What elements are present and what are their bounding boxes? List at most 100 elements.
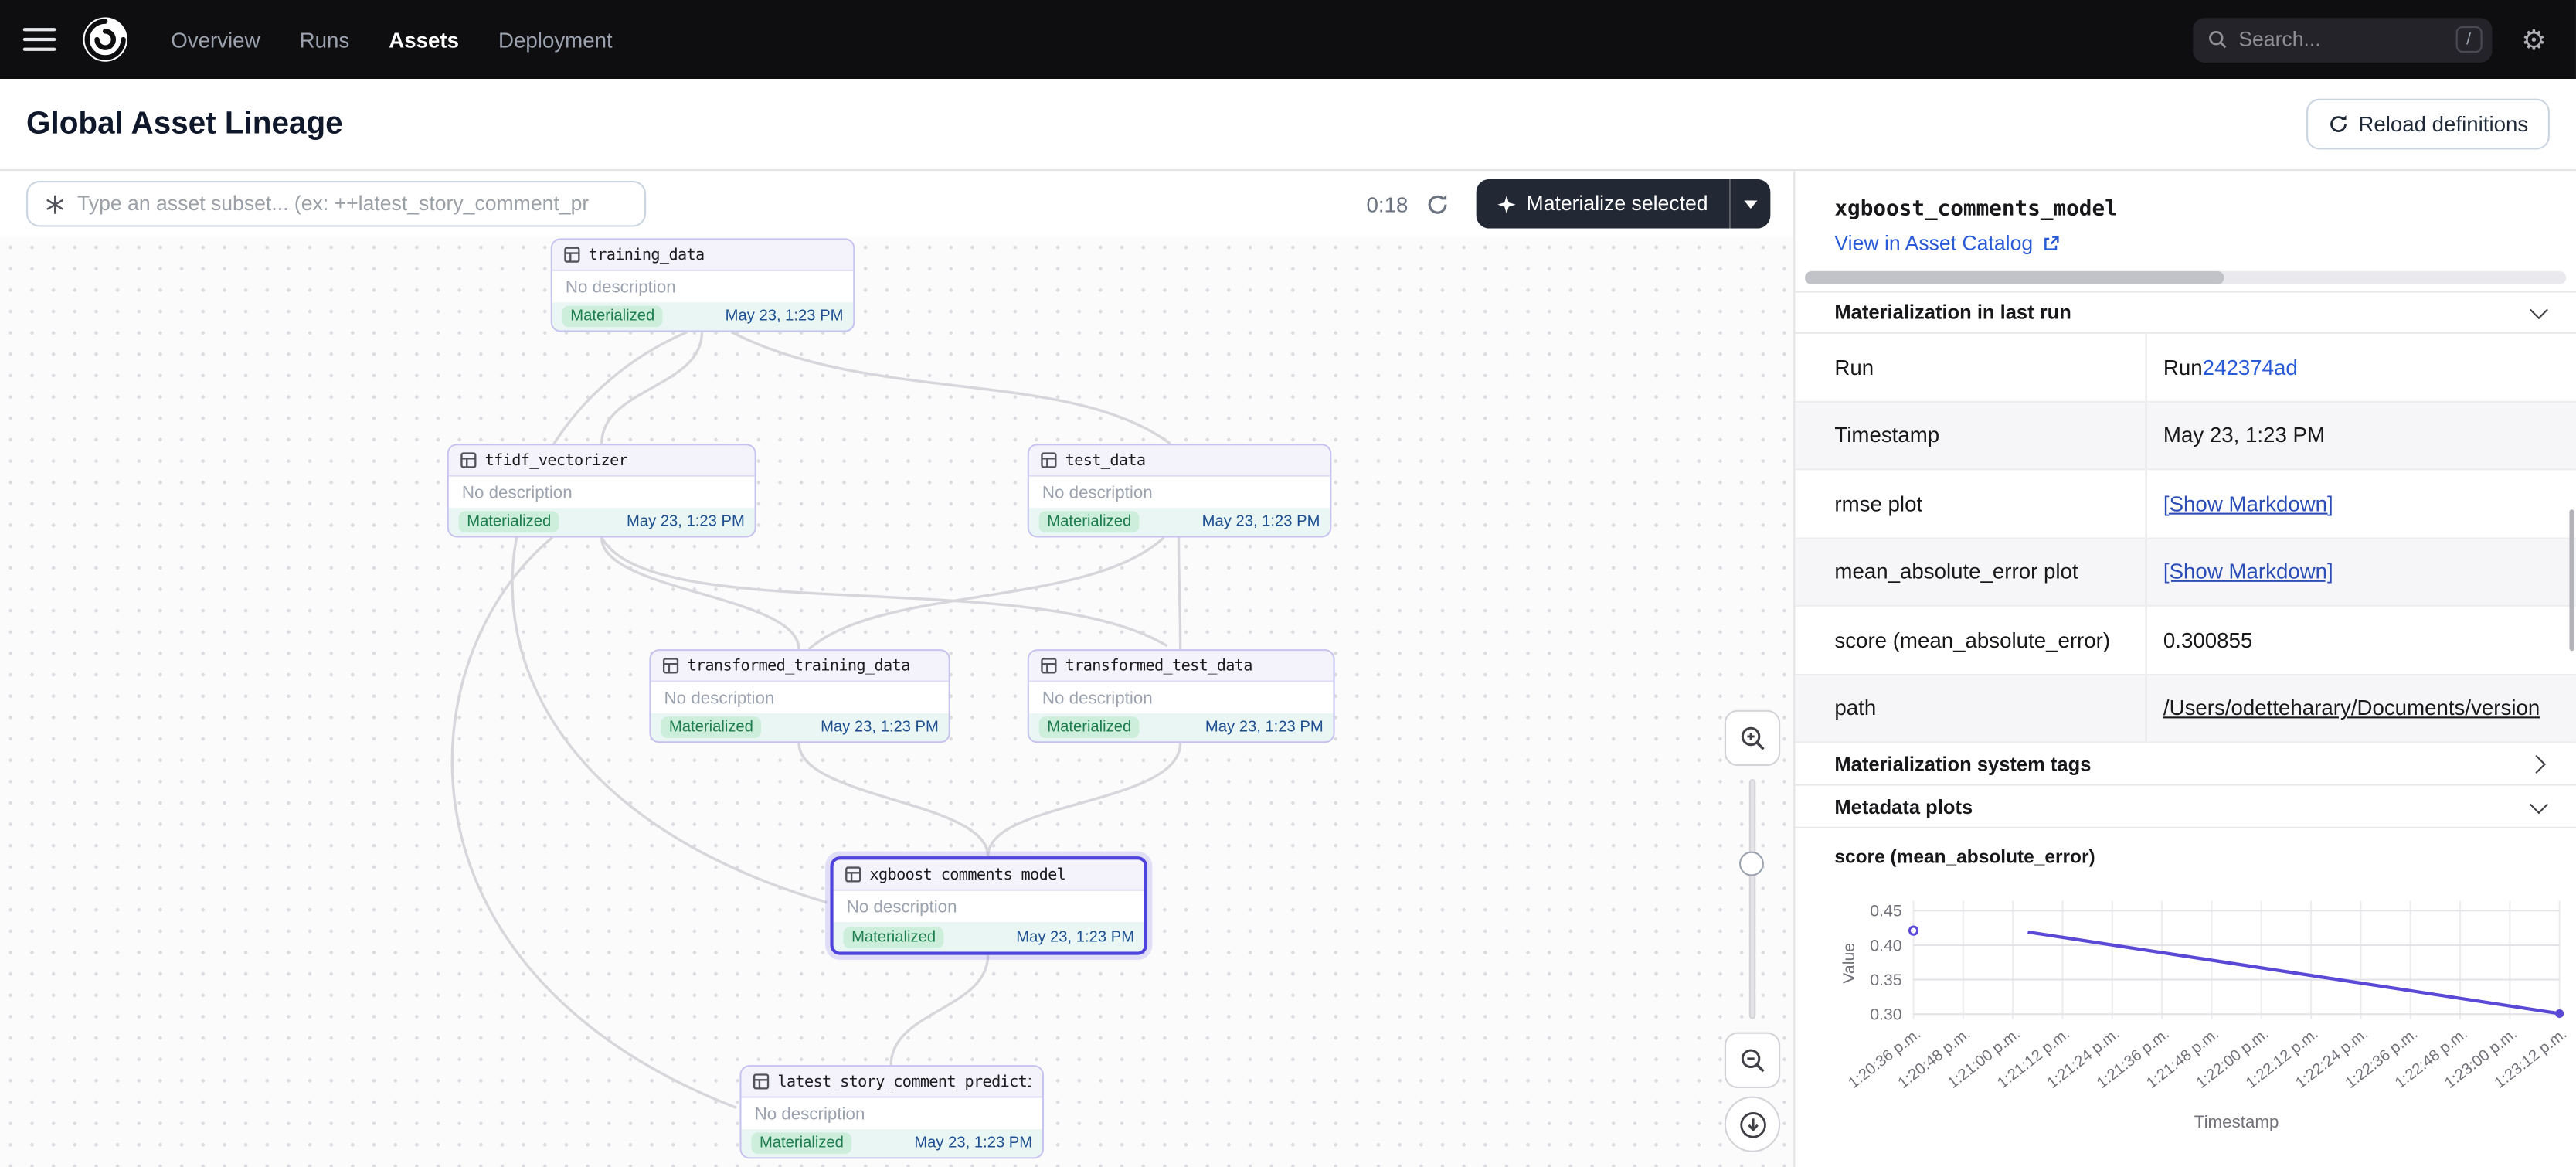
lineage-edge xyxy=(602,537,1167,645)
metadata-row: score (mean_absolute_error)0.300855 xyxy=(1795,607,2576,675)
settings-gear-icon[interactable]: ⚙ xyxy=(2521,26,2546,53)
section-materialization-system-tags[interactable]: Materialization system tags xyxy=(1795,743,2576,785)
materialized-timestamp: May 23, 1:23 PM xyxy=(914,1134,1032,1152)
materialized-timestamp: May 23, 1:23 PM xyxy=(1205,718,1324,736)
asset-node-header: transformed_training_data xyxy=(651,651,949,682)
asset-description: No description xyxy=(1029,477,1330,508)
asset-status-row: MaterializedMay 23, 1:23 PM xyxy=(742,1129,1042,1157)
menu-icon[interactable] xyxy=(23,28,56,51)
metadata-value: May 23, 1:23 PM xyxy=(2147,402,2576,468)
table-icon xyxy=(564,247,580,263)
search-placeholder: Search... xyxy=(2238,28,2445,51)
lineage-edge xyxy=(988,743,1181,856)
nav-item-deployment[interactable]: Deployment xyxy=(498,27,613,52)
asset-name: transformed_training_data xyxy=(687,657,909,675)
panel-vertical-scrollbar[interactable] xyxy=(2569,509,2574,651)
lineage-edge xyxy=(732,332,1171,444)
content-area: Type an asset subset... (ex: ++latest_st… xyxy=(0,171,2576,1167)
metadata-link[interactable]: [Show Markdown] xyxy=(2163,491,2333,515)
metadata-link[interactable]: 242374ad xyxy=(2203,355,2298,379)
dagster-logo[interactable] xyxy=(79,13,131,66)
graph-filter-icon xyxy=(44,193,66,215)
metadata-value: [Show Markdown] xyxy=(2147,539,2576,605)
search-shortcut-key: / xyxy=(2455,26,2482,53)
asset-node-transformed_test_data[interactable]: transformed_test_dataNo descriptionMater… xyxy=(1028,649,1335,743)
asset-detail-title: xgboost_comments_model xyxy=(1834,197,2536,222)
metadata-row: RunRun 242374ad xyxy=(1795,334,2576,402)
zoom-out-button[interactable] xyxy=(1725,1033,1780,1088)
panel-horizontal-scrollbar[interactable] xyxy=(1805,271,2566,284)
lineage-graph-pane: Type an asset subset... (ex: ++latest_st… xyxy=(0,171,1793,1167)
asset-node-tfidf_vectorizer[interactable]: tfidf_vectorizerNo descriptionMaterializ… xyxy=(447,444,756,537)
y-tick-label: 0.35 xyxy=(1870,971,1901,989)
materialize-button-group: Materialize selected xyxy=(1476,179,1771,229)
metadata-link[interactable]: [Show Markdown] xyxy=(2163,560,2333,584)
download-icon xyxy=(1737,1109,1768,1140)
chevron-down-icon xyxy=(2530,794,2548,813)
nav-item-runs[interactable]: Runs xyxy=(300,27,350,52)
materialize-dropdown-button[interactable] xyxy=(1729,179,1770,229)
asset-status-row: MaterializedMay 23, 1:23 PM xyxy=(651,713,949,741)
materialize-selected-label: Materialize selected xyxy=(1527,192,1708,216)
metadata-label: Timestamp xyxy=(1795,402,2146,468)
asset-node-xgboost_comments_model[interactable]: xgboost_comments_modelNo descriptionMate… xyxy=(830,856,1147,955)
lineage-edge xyxy=(809,537,1164,649)
zoom-slider-handle[interactable] xyxy=(1739,852,1764,876)
section-metadata-plots[interactable]: Metadata plots xyxy=(1795,786,2576,828)
table-icon xyxy=(1041,452,1057,468)
asset-name: tfidf_vectorizer xyxy=(485,451,628,469)
view-in-asset-catalog-link[interactable]: View in Asset Catalog xyxy=(1834,232,2059,255)
asset-node-training_data[interactable]: training_dataNo descriptionMaterializedM… xyxy=(551,238,855,332)
metadata-text: May 23, 1:23 PM xyxy=(2163,423,2325,447)
zoom-slider[interactable] xyxy=(1725,779,1780,1019)
asset-filter-input[interactable]: Type an asset subset... (ex: ++latest_st… xyxy=(26,181,646,227)
chevron-down-icon xyxy=(1744,199,1757,208)
scrollbar-thumb[interactable] xyxy=(1805,271,2224,284)
materialized-badge: Materialized xyxy=(661,716,761,738)
materialized-badge: Materialized xyxy=(1039,511,1140,532)
materialized-badge: Materialized xyxy=(843,926,943,948)
reload-definitions-button[interactable]: Reload definitions xyxy=(2306,99,2550,150)
asset-node-latest_story_comment_predictions[interactable]: latest_story_comment_predictionsNo descr… xyxy=(739,1065,1044,1158)
materialize-spark-icon xyxy=(1497,195,1514,213)
asset-status-row: MaterializedMay 23, 1:23 PM xyxy=(1029,713,1334,741)
materialized-timestamp: May 23, 1:23 PM xyxy=(1202,513,1320,531)
nav-item-assets[interactable]: Assets xyxy=(389,27,459,52)
asset-node-header: xgboost_comments_model xyxy=(834,859,1144,890)
asset-node-header: training_data xyxy=(552,240,853,271)
x-axis-label: Timestamp xyxy=(2194,1112,2279,1131)
table-icon xyxy=(662,658,678,674)
asset-node-header: test_data xyxy=(1029,445,1330,476)
materialize-selected-button[interactable]: Materialize selected xyxy=(1476,179,1730,229)
section-label: Metadata plots xyxy=(1834,794,1973,818)
asset-detail-panel: xgboost_comments_model View in Asset Cat… xyxy=(1793,171,2576,1167)
section-label: Materialization in last run xyxy=(1834,301,2071,324)
zoom-out-icon xyxy=(1737,1045,1768,1076)
app-window: Overview Runs Assets Deployment Search... /… xyxy=(0,0,2576,1167)
refresh-icon xyxy=(2327,114,2349,135)
asset-description: No description xyxy=(651,682,949,713)
page-title: Global Asset Lineage xyxy=(26,106,343,142)
search-input[interactable]: Search... / xyxy=(2193,17,2492,61)
refresh-icon[interactable] xyxy=(1425,192,1449,216)
download-view-button[interactable] xyxy=(1725,1097,1780,1152)
lineage-edge xyxy=(602,537,799,649)
asset-node-header: transformed_test_data xyxy=(1029,651,1334,682)
asset-status-row: MaterializedMay 23, 1:23 PM xyxy=(449,508,755,536)
zoom-in-button[interactable] xyxy=(1725,710,1780,766)
metadata-value: 0.300855 xyxy=(2147,607,2576,673)
topnav-right: Search... / ⚙ xyxy=(2193,17,2547,61)
section-materialization-last-run[interactable]: Materialization in last run xyxy=(1795,291,2576,333)
chevron-right-icon xyxy=(2527,754,2546,773)
metadata-label: score (mean_absolute_error) xyxy=(1795,607,2146,673)
lineage-canvas[interactable]: training_dataNo descriptionMaterializedM… xyxy=(0,236,1793,1167)
materialized-badge: Materialized xyxy=(562,306,663,328)
asset-name: test_data xyxy=(1065,451,1146,469)
asset-status-row: MaterializedMay 23, 1:23 PM xyxy=(834,922,1144,951)
metadata-table: RunRun 242374adTimestampMay 23, 1:23 PMr… xyxy=(1795,334,2576,743)
nav-item-overview[interactable]: Overview xyxy=(171,27,260,52)
asset-node-transformed_training_data[interactable]: transformed_training_dataNo descriptionM… xyxy=(649,649,950,743)
metadata-row: path/Users/odetteharary/Documents/versio… xyxy=(1795,675,2576,743)
metadata-link[interactable]: /Users/odetteharary/Documents/version xyxy=(2163,696,2540,720)
asset-node-test_data[interactable]: test_data No description Materialized May 2… xyxy=(1028,444,1332,537)
